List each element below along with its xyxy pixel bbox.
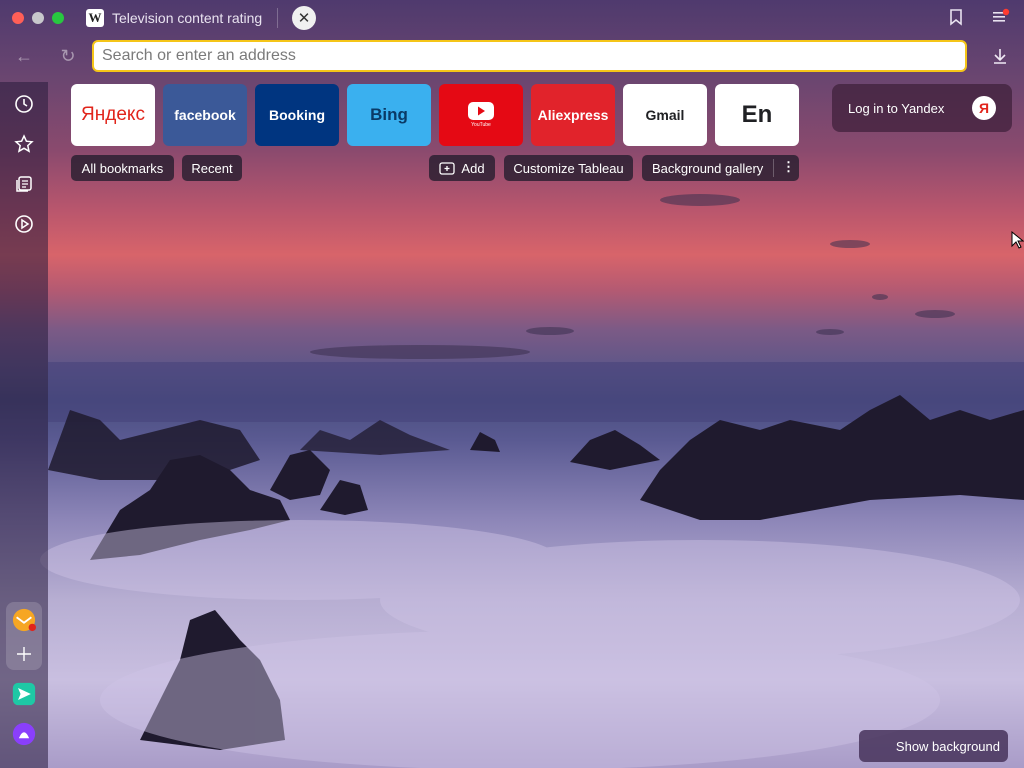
back-arrow-icon[interactable]: ← bbox=[12, 44, 36, 68]
tile-label: Bing bbox=[370, 105, 408, 124]
downloads-icon[interactable] bbox=[988, 44, 1012, 68]
reload-icon[interactable]: ↻ bbox=[56, 44, 80, 68]
all-bookmarks-label: All bookmarks bbox=[81, 160, 164, 176]
tile-label: YouTube bbox=[471, 122, 491, 128]
recent-label: Recent bbox=[191, 160, 233, 176]
add-tile-icon bbox=[439, 161, 456, 175]
close-icon: ✕ bbox=[297, 10, 311, 27]
all-bookmarks-button[interactable]: All bookmarks bbox=[71, 155, 174, 181]
tile-facebook[interactable]: facebook bbox=[163, 84, 247, 146]
add-label: Add bbox=[461, 160, 485, 176]
tile-bing[interactable]: Bing bbox=[347, 84, 431, 146]
tile-youtube[interactable]: YouTube bbox=[439, 84, 523, 146]
tile-yandex[interactable]: Яндекс bbox=[71, 84, 155, 146]
messenger-app-icon[interactable] bbox=[12, 682, 36, 706]
background-gallery-button[interactable]: Background gallery ⋮ bbox=[642, 155, 799, 181]
yandex-logo-icon: Я bbox=[972, 96, 996, 120]
window-controls bbox=[12, 12, 64, 24]
recent-button[interactable]: Recent bbox=[182, 155, 242, 181]
tab-bookmarks-icon[interactable] bbox=[948, 8, 964, 31]
youtube-logo-icon bbox=[468, 102, 494, 120]
zoom-window-button[interactable] bbox=[52, 12, 64, 24]
mail-app-icon[interactable] bbox=[12, 608, 36, 632]
tile-aliexpress[interactable]: Aliexpress bbox=[531, 84, 615, 146]
close-tab-button[interactable]: ✕ bbox=[292, 6, 316, 30]
pill-divider bbox=[773, 159, 774, 177]
alice-assistant-icon[interactable] bbox=[12, 722, 36, 746]
add-tile-button[interactable]: Add bbox=[429, 155, 495, 181]
tile-label: Яндекс bbox=[81, 104, 145, 125]
browser-tab[interactable]: W Television content rating bbox=[80, 4, 278, 32]
more-options-icon[interactable]: ⋮ bbox=[782, 159, 795, 175]
tile-label: En bbox=[741, 101, 773, 128]
tile-gmail[interactable]: Gmail bbox=[623, 84, 707, 146]
minimize-window-button[interactable] bbox=[32, 12, 44, 24]
mouse-cursor-icon bbox=[1011, 230, 1024, 254]
customize-tableau-button[interactable]: Customize Tableau bbox=[504, 155, 633, 181]
video-play-icon[interactable] bbox=[12, 212, 36, 236]
login-label: Log in to Yandex bbox=[848, 100, 945, 116]
tab-separator bbox=[277, 8, 278, 28]
address-bar-input[interactable] bbox=[92, 40, 967, 72]
collections-icon[interactable] bbox=[12, 172, 36, 196]
tab-title: Television content rating bbox=[112, 10, 263, 26]
history-icon[interactable] bbox=[12, 92, 36, 116]
left-sidebar bbox=[0, 82, 48, 768]
bookmarks-star-icon[interactable] bbox=[12, 132, 36, 156]
show-background-button[interactable]: Show background bbox=[859, 730, 1008, 762]
tile-label: Booking bbox=[269, 107, 325, 123]
add-app-icon[interactable] bbox=[12, 642, 36, 666]
tile-label: Gmail bbox=[645, 107, 685, 123]
close-window-button[interactable] bbox=[12, 12, 24, 24]
show-background-label: Show background bbox=[895, 738, 1000, 754]
gallery-label: Background gallery bbox=[652, 160, 764, 176]
yandex-login-card[interactable]: Log in to Yandex Я bbox=[832, 84, 1012, 132]
tile-label: facebook bbox=[174, 107, 236, 123]
tile-en[interactable]: En bbox=[715, 84, 799, 146]
tile-label: Aliexpress bbox=[537, 107, 609, 123]
wikipedia-favicon-icon: W bbox=[86, 9, 104, 27]
tile-booking[interactable]: Booking bbox=[255, 84, 339, 146]
menu-icon[interactable] bbox=[992, 8, 1010, 31]
customize-label: Customize Tableau bbox=[513, 160, 624, 176]
